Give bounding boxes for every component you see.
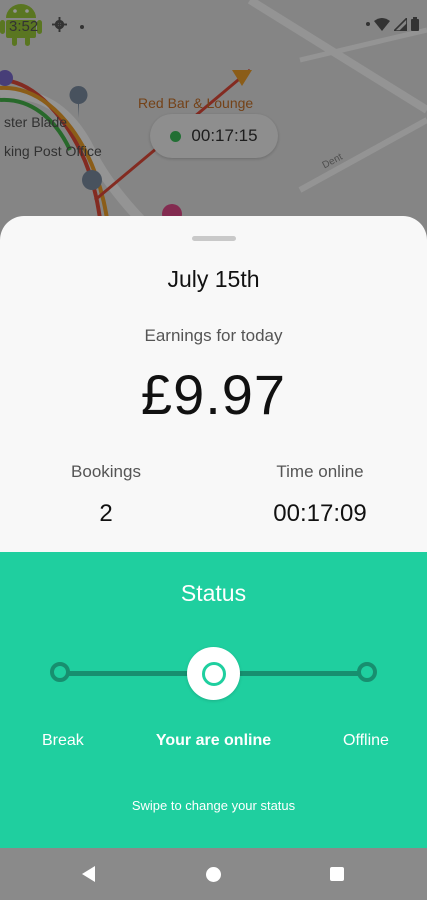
signal-icon — [394, 17, 407, 31]
bookings-stat: Bookings 2 — [16, 462, 196, 528]
earnings-value: £9.97 — [140, 363, 287, 426]
system-icons — [366, 17, 419, 31]
battery-icon — [411, 17, 419, 31]
wifi-icon — [374, 17, 390, 31]
swipe-hint: Swipe to change your status — [131, 798, 296, 813]
status-bar: 3:52 — [0, 0, 427, 52]
status-option-offline[interactable]: Offline — [343, 732, 389, 750]
time-online-label: Time online — [276, 462, 364, 481]
status-slider-knob[interactable] — [187, 647, 240, 700]
bookings-label: Bookings — [71, 462, 141, 481]
earnings-label: Earnings for today — [144, 326, 283, 345]
time-online-stat: Time online 00:17:09 — [230, 462, 410, 528]
status-title: Status — [180, 580, 247, 606]
recents-icon[interactable] — [330, 867, 344, 881]
earnings-sheet[interactable]: July 15th Earnings for today £9.97 Booki… — [0, 216, 427, 552]
break-node[interactable] — [50, 662, 70, 682]
status-time: 3:52 — [9, 18, 39, 35]
system-nav-bar — [0, 848, 427, 900]
home-icon[interactable] — [206, 867, 221, 882]
drag-handle[interactable] — [192, 236, 236, 241]
offline-node[interactable] — [357, 662, 377, 682]
date-title: July 15th — [167, 266, 260, 292]
notification-dot-icon — [366, 22, 370, 26]
gear-icon — [52, 17, 67, 32]
knob-ring-icon — [201, 661, 226, 686]
back-icon[interactable] — [82, 866, 95, 882]
status-panel: Status Break Your are online Offline Swi… — [0, 552, 427, 848]
bookings-value: 2 — [99, 500, 113, 527]
notification-dot-icon — [80, 25, 84, 29]
time-online-value: 00:17:09 — [273, 500, 367, 527]
